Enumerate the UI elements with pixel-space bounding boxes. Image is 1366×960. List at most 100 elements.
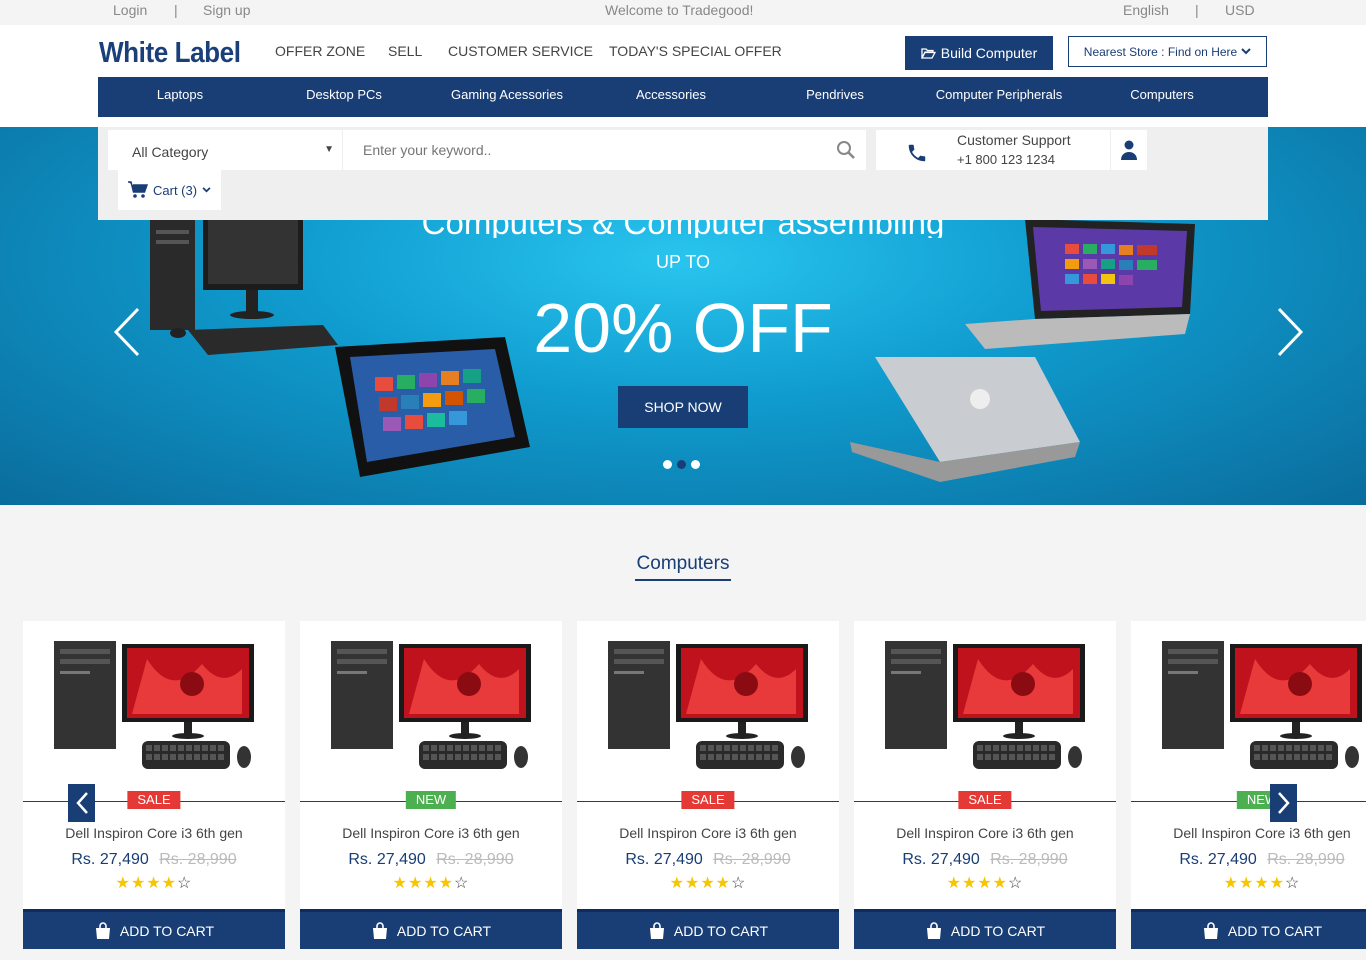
add-to-cart-label: ADD TO CART (950, 922, 1046, 939)
carousel-prev-button[interactable] (68, 784, 95, 822)
cart-label: Cart (3) (153, 182, 198, 198)
product-card[interactable]: SALE Dell Inspiron Core i3 6th gen Rs. 2… (23, 621, 285, 949)
star-filled-icon: ★ (700, 875, 716, 892)
product-rating: ★★★★☆ (300, 873, 562, 893)
star-empty-icon: ☆ (454, 875, 470, 892)
shopping-bag-icon (649, 921, 664, 939)
hero-offer: 20% OFF (533, 289, 833, 367)
login-link[interactable]: Login (113, 2, 147, 18)
shopping-bag-icon (95, 921, 110, 939)
add-to-cart-label: ADD TO CART (673, 922, 769, 939)
chevron-down-icon (1241, 48, 1251, 55)
user-account-button[interactable] (1111, 130, 1147, 170)
product-name[interactable]: Dell Inspiron Core i3 6th gen (23, 825, 285, 841)
shopping-bag-icon (1203, 921, 1218, 939)
star-filled-icon: ★ (146, 875, 162, 892)
category-desktop-pcs[interactable]: Desktop PCs (306, 87, 382, 102)
product-card[interactable]: SALE Dell Inspiron Core i3 6th gen Rs. 2… (854, 621, 1116, 949)
product-badge: SALE (681, 791, 735, 809)
product-price: Rs. 27,490 (1179, 851, 1257, 868)
nav-offer-zone[interactable]: OFFER ZONE (275, 43, 365, 59)
category-select-value: All Category (132, 144, 209, 160)
product-name[interactable]: Dell Inspiron Core i3 6th gen (300, 825, 562, 841)
slider-dot[interactable] (691, 460, 700, 469)
shop-now-button[interactable]: SHOP NOW (618, 386, 748, 428)
product-rating: ★★★★☆ (1131, 873, 1366, 893)
product-price: Rs. 27,490 (902, 851, 980, 868)
category-select[interactable]: All Category ▼ (108, 130, 342, 170)
product-name[interactable]: Dell Inspiron Core i3 6th gen (577, 825, 839, 841)
product-name[interactable]: Dell Inspiron Core i3 6th gen (1131, 825, 1366, 841)
signup-link[interactable]: Sign up (203, 2, 250, 18)
category-computer-peripherals[interactable]: Computer Peripherals (936, 87, 1062, 102)
search-panel: All Category ▼ Customer Support +1 800 1… (98, 127, 1268, 220)
cart-icon (128, 181, 148, 198)
welcome-text: Welcome to Tradegood! (605, 2, 754, 18)
star-filled-icon: ★ (715, 875, 732, 892)
star-filled-icon: ★ (115, 875, 131, 892)
product-old-price: Rs. 28,990 (1267, 851, 1345, 868)
build-computer-button[interactable]: Build Computer (905, 36, 1053, 70)
cart-button[interactable]: Cart (3) (118, 170, 221, 210)
product-prices: Rs. 27,490 Rs. 28,990 (1131, 851, 1366, 869)
nav-todays-special-offer[interactable]: TODAY'S SPECIAL OFFER (609, 43, 782, 59)
product-image (885, 641, 1085, 769)
add-to-cart-label: ADD TO CART (396, 922, 492, 939)
slider-dot[interactable] (663, 460, 672, 469)
support-phone: +1 800 123 1234 (957, 152, 1055, 167)
product-old-price: Rs. 28,990 (436, 851, 514, 868)
language-selector[interactable]: English (1123, 2, 1169, 18)
product-card[interactable]: NEW Dell Inspiron Core i3 6th gen Rs. 27… (300, 621, 562, 949)
category-laptops[interactable]: Laptops (157, 87, 203, 102)
caret-down-icon: ▼ (324, 144, 334, 155)
star-filled-icon: ★ (992, 875, 1009, 892)
product-card[interactable]: SALE Dell Inspiron Core i3 6th gen Rs. 2… (577, 621, 839, 949)
category-gaming-accessories[interactable]: Gaming Acessories (451, 87, 563, 102)
product-badge: SALE (127, 791, 181, 809)
product-rating: ★★★★☆ (854, 873, 1116, 893)
build-computer-label: Build Computer (940, 45, 1038, 61)
star-empty-icon: ☆ (1285, 875, 1301, 892)
product-rating: ★★★★☆ (23, 873, 285, 893)
chevron-left-icon (75, 792, 88, 814)
phone-icon (908, 144, 926, 162)
add-to-cart-button[interactable]: ADD TO CART (1131, 909, 1366, 949)
add-to-cart-button[interactable]: ADD TO CART (23, 909, 285, 949)
product-old-price: Rs. 28,990 (990, 851, 1068, 868)
search-icon[interactable] (836, 140, 856, 160)
add-to-cart-button[interactable]: ADD TO CART (577, 909, 839, 949)
star-filled-icon: ★ (392, 875, 408, 892)
customer-support: Customer Support +1 800 123 1234 (876, 130, 1110, 170)
shopping-bag-icon (926, 921, 941, 939)
search-input[interactable] (343, 130, 866, 170)
category-accessories[interactable]: Accessories (636, 87, 706, 102)
product-name[interactable]: Dell Inspiron Core i3 6th gen (854, 825, 1116, 841)
product-card[interactable]: NEW Dell Inspiron Core i3 6th gen Rs. 27… (1131, 621, 1366, 949)
star-filled-icon: ★ (1254, 875, 1270, 892)
add-to-cart-button[interactable]: ADD TO CART (854, 909, 1116, 949)
category-computers[interactable]: Computers (1130, 87, 1194, 102)
site-header: White Label OFFER ZONE SELL CUSTOMER SER… (0, 25, 1366, 127)
carousel-next-button[interactable] (1270, 784, 1297, 822)
add-to-cart-button[interactable]: ADD TO CART (300, 909, 562, 949)
product-image (331, 641, 531, 769)
star-filled-icon: ★ (946, 875, 962, 892)
nav-sell[interactable]: SELL (388, 43, 422, 59)
star-filled-icon: ★ (407, 875, 424, 892)
add-to-cart-label: ADD TO CART (119, 922, 215, 939)
nav-customer-service[interactable]: CUSTOMER SERVICE (448, 43, 593, 59)
star-filled-icon: ★ (130, 875, 147, 892)
section-title-text: Computers (634, 553, 732, 581)
user-icon (1121, 140, 1137, 160)
star-filled-icon: ★ (1238, 875, 1255, 892)
slider-dot-active[interactable] (677, 460, 686, 469)
product-prices: Rs. 27,490 Rs. 28,990 (300, 851, 562, 869)
product-prices: Rs. 27,490 Rs. 28,990 (577, 851, 839, 869)
currency-selector[interactable]: USD (1225, 2, 1255, 18)
category-pendrives[interactable]: Pendrives (806, 87, 864, 102)
nearest-store-dropdown[interactable]: Nearest Store : Find on Here (1068, 36, 1267, 67)
logo[interactable]: White Label (99, 37, 241, 70)
product-image (1162, 641, 1362, 769)
product-prices: Rs. 27,490 Rs. 28,990 (854, 851, 1116, 869)
chevron-right-icon (1277, 792, 1290, 814)
